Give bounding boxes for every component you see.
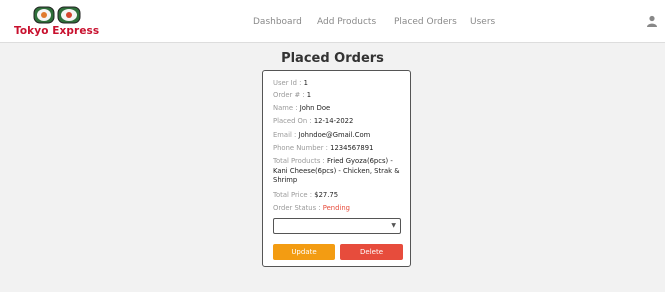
placed-on-value: 12-14-2022 [313, 117, 354, 125]
delete-button[interactable]: Delete [340, 244, 403, 260]
order-status-select[interactable]: ▼ [273, 218, 401, 234]
nav-dashboard[interactable]: Dashboard [253, 17, 302, 27]
products-label: Total Products : [273, 157, 325, 165]
top-navbar: Tokyo Express Dashboard Add Products Pla… [0, 0, 665, 43]
email-value: Johndoe@Gmail.Com [298, 131, 371, 139]
order-card: User Id : 1 Order # : 1 Name : John Doe … [262, 70, 411, 267]
brand-logo[interactable]: Tokyo Express [14, 4, 104, 40]
chevron-down-icon: ▼ [391, 222, 396, 229]
name-label: Name : [273, 104, 298, 112]
order-number-label: Order # : [273, 91, 305, 99]
user-id-row: User Id : 1 [273, 79, 403, 89]
placed-on-row: Placed On : 12-14-2022 [273, 117, 403, 127]
status-label: Order Status : [273, 204, 321, 212]
order-number-value: 1 [306, 91, 312, 99]
price-label: Total Price : [273, 191, 313, 199]
products-row: Total Products : Fried Gyoza(6pcs) - Kan… [273, 157, 403, 186]
status-row: Order Status : Pending [273, 204, 403, 214]
status-value: Pending [322, 204, 350, 212]
name-row: Name : John Doe [273, 104, 403, 114]
user-id-value: 1 [303, 79, 308, 87]
phone-label: Phone Number : [273, 144, 328, 152]
sushi-logo-icon [33, 6, 81, 24]
nav-add-products[interactable]: Add Products [317, 17, 376, 27]
email-label: Email : [273, 131, 297, 139]
nav-users[interactable]: Users [470, 17, 495, 27]
nav-placed-orders[interactable]: Placed Orders [394, 17, 457, 27]
page-title: Placed Orders [281, 51, 384, 66]
price-row: Total Price : $27.75 [273, 191, 403, 201]
phone-row: Phone Number : 1234567891 [273, 144, 403, 154]
name-value: John Doe [299, 104, 331, 112]
user-icon[interactable] [646, 15, 658, 27]
order-number-row: Order # : 1 [273, 91, 403, 101]
email-row: Email : Johndoe@Gmail.Com [273, 131, 403, 141]
placed-on-label: Placed On : [273, 117, 312, 125]
update-button[interactable]: Update [273, 244, 335, 260]
price-value: $27.75 [314, 191, 339, 199]
brand-name: Tokyo Express [14, 25, 100, 37]
phone-value: 1234567891 [330, 144, 374, 152]
user-id-label: User Id : [273, 79, 302, 87]
